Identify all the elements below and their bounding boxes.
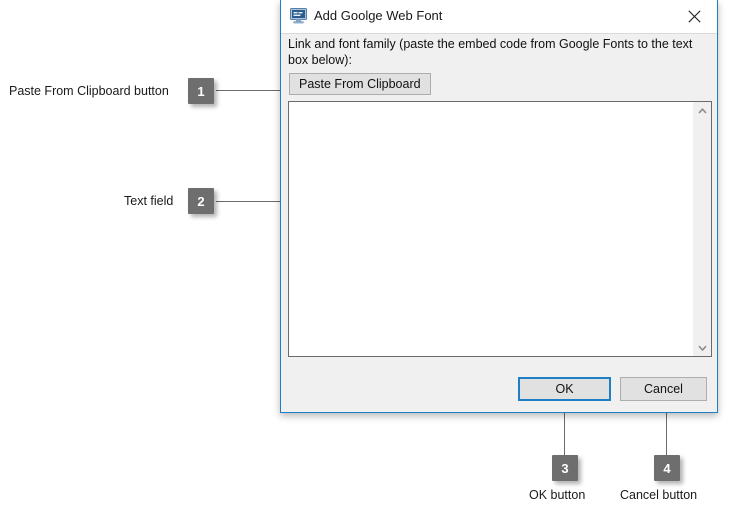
annotation-label-2: Text field: [124, 194, 174, 208]
annotation-badge-1: 1: [188, 78, 214, 104]
dialog-title: Add Goolge Web Font: [314, 8, 443, 23]
paste-from-clipboard-button[interactable]: Paste From Clipboard: [289, 73, 431, 95]
chevron-down-icon[interactable]: [694, 339, 711, 356]
textarea-scrollbar[interactable]: [693, 102, 711, 356]
dialog-titlebar: Add Goolge Web Font: [281, 0, 717, 34]
add-google-web-font-dialog: Add Goolge Web Font Link and font family…: [280, 0, 718, 413]
annotation-label-4: Cancel button: [620, 488, 698, 502]
annotation-leader-2: [216, 201, 287, 202]
ok-button[interactable]: OK: [518, 377, 611, 401]
chevron-up-icon[interactable]: [694, 102, 711, 119]
cancel-button[interactable]: Cancel: [620, 377, 707, 401]
scrollbar-track[interactable]: [694, 119, 711, 339]
annotation-label-1: Paste From Clipboard button: [9, 84, 169, 98]
annotation-badge-4: 4: [654, 455, 680, 481]
annotation-badge-2: 2: [188, 188, 214, 214]
close-icon[interactable]: [672, 0, 717, 32]
font-code-textarea-input[interactable]: [289, 102, 693, 356]
font-code-textarea[interactable]: [288, 101, 712, 357]
dialog-description: Link and font family (paste the embed co…: [288, 37, 693, 67]
annotation-leader-1: [216, 90, 287, 91]
monitor-icon: [290, 8, 307, 24]
annotation-label-3: OK button: [529, 488, 586, 502]
annotation-badge-3: 3: [552, 455, 578, 481]
